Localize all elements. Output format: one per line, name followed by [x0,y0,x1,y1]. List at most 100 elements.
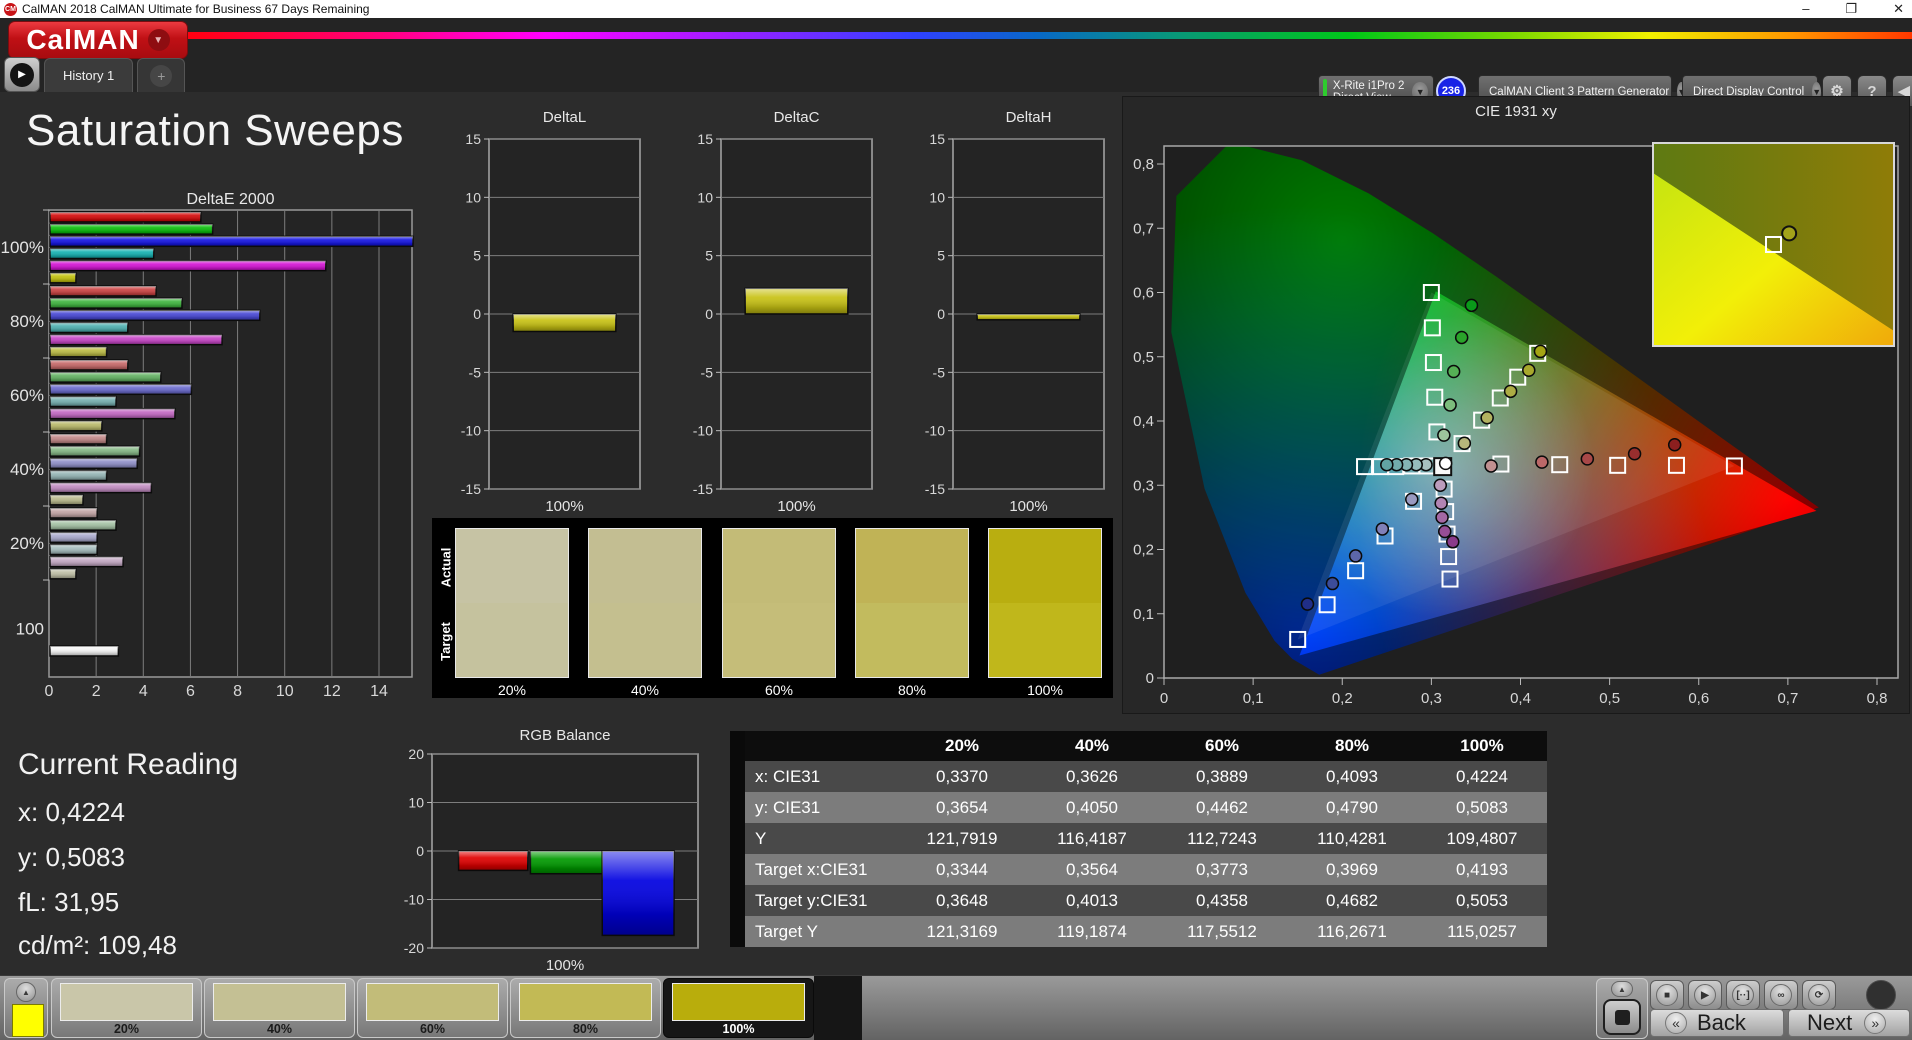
svg-text:0,7: 0,7 [1133,220,1154,237]
target-swatch [456,603,568,677]
back-button[interactable]: « Back [1650,1009,1784,1037]
svg-text:0,6: 0,6 [1688,690,1709,707]
row-label: Target y:CIE31 [745,885,897,916]
svg-text:12: 12 [323,683,341,700]
svg-text:5: 5 [937,248,945,264]
pattern-tile-80%[interactable]: 80% [510,978,661,1038]
svg-text:15: 15 [929,131,945,147]
window-title: CalMAN 2018 CalMAN Ultimate for Business… [22,2,369,16]
current-reading-fl: fL: 31,95 [18,887,119,918]
loop-button[interactable]: ∞ [1764,980,1798,1010]
table-cell: 0,4358 [1157,885,1287,916]
pattern-tile-label: 40% [205,1022,354,1036]
svg-text:-10: -10 [693,423,713,439]
svg-text:0: 0 [1146,670,1154,687]
deltae-2000-chart: DeltaE 2000100%80%60%40%20%1000246810121… [0,188,430,704]
svg-text:-5: -5 [469,364,482,380]
svg-text:0,2: 0,2 [1133,542,1154,559]
svg-text:0,4: 0,4 [1510,690,1531,707]
refresh-button[interactable]: ⟳ [1802,980,1836,1010]
svg-text:0,3: 0,3 [1421,690,1442,707]
svg-text:0,8: 0,8 [1133,156,1154,173]
restore-icon[interactable]: ❐ [1845,0,1857,18]
tab-bar: ▶ History 1+ [0,56,185,92]
actual-swatch [856,529,968,603]
row-label: Target x:CIE31 [745,854,897,885]
table-cell: 0,5053 [1417,885,1547,916]
pattern-tile-40%[interactable]: 40% [204,978,355,1038]
table-cell: 0,3773 [1157,854,1287,885]
table-cell: 0,4093 [1287,761,1417,792]
minimize-icon[interactable]: – [1802,0,1809,18]
pattern-tile-100%[interactable]: 100% [663,978,814,1038]
pattern-tile-label: 100% [664,1022,813,1036]
interval-icon: [··] [1736,990,1749,1001]
svg-text:0: 0 [1160,690,1168,707]
pattern-swatch [213,983,346,1021]
next-button[interactable]: Next » [1788,1009,1910,1037]
tab-scroll-button[interactable]: ▶ [4,57,40,92]
pattern-tile-20%[interactable]: 20% [51,978,202,1038]
play-button[interactable]: ▶ [1688,980,1722,1010]
next-label: Next [1807,1010,1852,1036]
pattern-up-button[interactable]: ▲ [16,982,36,1002]
actual-swatch [989,529,1101,603]
svg-text:DeltaH: DeltaH [1006,109,1052,126]
swatch-label: 60% [722,682,836,698]
svg-text:40%: 40% [10,460,44,479]
actual-swatch [456,529,568,603]
pattern-tile-label: 20% [52,1022,201,1036]
up-arrow-icon: ▲ [1618,985,1626,994]
svg-text:0,2: 0,2 [1332,690,1353,707]
svg-text:-15: -15 [461,481,481,497]
stop-icon: ■ [1664,990,1670,1001]
table-header-cell: 20% [897,731,1027,761]
pattern-swatch [672,983,805,1021]
add-tab-button[interactable]: + [137,58,185,92]
swatch-compare-20% [455,528,569,678]
app-header: CalMAN ▼ ▶ History 1+ X-Rite i1Pro 2 Dir… [0,18,1912,92]
pattern-tile-60%[interactable]: 60% [357,978,508,1038]
back-label: Back [1697,1010,1746,1036]
svg-text:100%: 100% [545,498,583,515]
table-cell: 110,4281 [1287,823,1417,854]
close-icon[interactable]: ✕ [1893,0,1904,18]
table-cell: 0,4682 [1287,885,1417,916]
pattern-window-button[interactable] [1603,999,1641,1035]
row-label: y: CIE31 [745,792,897,823]
table-cell: 121,7919 [897,823,1027,854]
svg-text:DeltaE 2000: DeltaE 2000 [186,191,274,208]
table-header-cell: 40% [1027,731,1157,761]
svg-text:100: 100 [16,620,44,639]
back-icon: « [1665,1012,1687,1034]
current-reading-title: Current Reading [18,748,238,782]
svg-text:DeltaL: DeltaL [543,109,586,126]
table-header-cell: 80% [1287,731,1417,761]
current-reading-x: x: 0,4224 [18,797,125,828]
table-cell: 0,3969 [1287,854,1417,885]
table-cell: 0,3648 [897,885,1027,916]
svg-text:0,1: 0,1 [1133,606,1154,623]
pattern-scroll-tile: ▲ [4,978,48,1038]
calman-menu-button[interactable]: CalMAN ▼ [8,21,188,59]
row-label: Y [745,823,897,854]
table-cell: 0,4013 [1027,885,1157,916]
play-icon: ▶ [1701,990,1709,1001]
swatch-compare-40% [588,528,702,678]
interval-button[interactable]: [··] [1726,980,1760,1010]
table-cell: 116,4187 [1027,823,1157,854]
pattern-tile-label: 60% [358,1022,507,1036]
svg-text:100%: 100% [1,238,44,257]
transport-up-button[interactable]: ▲ [1611,981,1633,997]
svg-text:20: 20 [408,746,424,762]
svg-text:DeltaC: DeltaC [774,109,820,126]
svg-text:10: 10 [697,189,713,205]
rgb-balance-chart: RGB Balance20100-10-20100% [392,722,714,984]
table-cell: 0,4462 [1157,792,1287,823]
tab-history-1[interactable]: History 1 [44,58,133,92]
svg-text:8: 8 [233,683,242,700]
stop-button[interactable]: ■ [1650,980,1684,1010]
table-cell: 115,0257 [1417,916,1547,947]
table-cell: 0,4193 [1417,854,1547,885]
rainbow-strip [160,32,1912,39]
